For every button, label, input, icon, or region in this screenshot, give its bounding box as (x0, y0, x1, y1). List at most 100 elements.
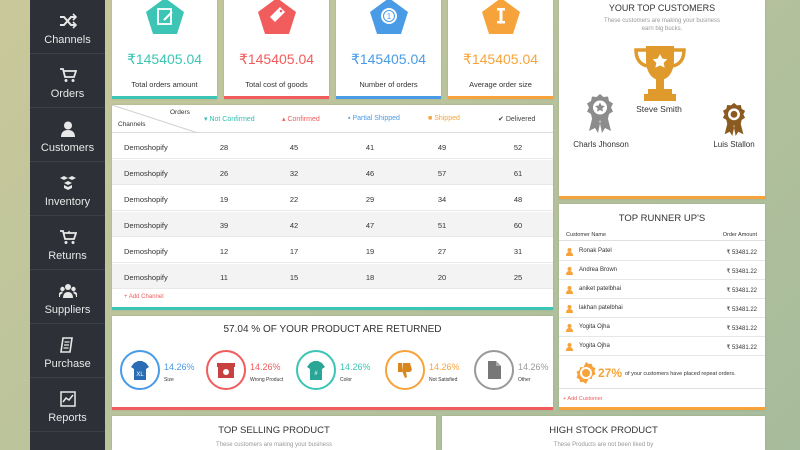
count-cell: 19 (219, 195, 229, 204)
thumbs-up-icon: ▴ (282, 116, 286, 123)
count-cell: 52 (513, 143, 523, 152)
stat-caption: Average order size (469, 80, 532, 89)
divider (559, 240, 765, 241)
top-selling-subtitle: These customers are making your business (215, 442, 333, 448)
truck-icon: ■ (428, 115, 433, 122)
sidebar-item-inventory[interactable]: Inventory (30, 162, 105, 216)
count-cell: 61 (513, 169, 523, 178)
sidebar-item-label: Inventory (44, 196, 91, 208)
top-customers-subtitle: These customers are making your business… (603, 18, 721, 32)
svg-text:1: 1 (387, 12, 392, 21)
top-selling-card: TOP SELLING PRODUCT These customers are … (112, 416, 436, 450)
stat-card-total-orders: ₹145405.04 Total orders amount (112, 0, 217, 99)
sidebar-item-label: Channels (44, 34, 91, 46)
document-icon (488, 361, 501, 379)
add-customer-link[interactable]: + Add Customer (563, 396, 603, 402)
sidebar-item-returns[interactable]: Returns (30, 216, 105, 270)
stat-value: ₹145405.04 (238, 51, 315, 67)
channel-cell: Demoshopify (124, 143, 168, 152)
runner-up-amount: ₹ 53481.22 (726, 288, 757, 294)
runner-up-name: aniket patelbhai (579, 286, 622, 292)
shuffle-icon (60, 13, 77, 29)
col-customer-name: Customer Name (566, 232, 607, 238)
user-icon (566, 248, 573, 256)
sidebar-item-purchase[interactable]: Purchase (30, 324, 105, 378)
sidebar-item-label: Purchase (44, 358, 91, 370)
count-cell: 19 (365, 247, 375, 256)
count-cell: 39 (219, 221, 229, 230)
runner-up-row: Ronak Patel ₹ 53481.22 (559, 242, 765, 261)
trophy-icon (634, 46, 686, 101)
channel-cell: Demoshopify (124, 195, 168, 204)
card-accent-bar (559, 407, 765, 410)
runner-ups-title: TOP RUNNER UP'S (618, 213, 706, 224)
count-cell: 11 (220, 273, 228, 282)
return-cart-icon (60, 230, 77, 244)
count-cell: 57 (437, 169, 447, 178)
add-channel-link[interactable]: + Add Channel (124, 294, 164, 300)
sidebar-item-channels[interactable]: Channels (30, 0, 105, 54)
boxes-icon (60, 176, 76, 190)
sidebar-item-reports[interactable]: Reports (30, 378, 105, 432)
runner-up-amount: ₹ 53481.22 (726, 250, 757, 256)
count-cell: 12 (219, 247, 229, 256)
count-cell: 60 (513, 221, 523, 230)
sidebar-item-label: Customers (40, 142, 95, 154)
sidebar-item-customers[interactable]: Customers (30, 108, 105, 162)
runner-up-row: Yogita Ojha ₹ 53481.22 (559, 318, 765, 337)
runner-up-row: lakhan patelbhai ₹ 53481.22 (559, 299, 765, 318)
divider (559, 388, 765, 389)
return-percentage: 14.26% (164, 362, 195, 372)
count-cell: 15 (289, 273, 299, 282)
count-cell: 25 (513, 273, 523, 282)
return-percentage: 14.26% (518, 362, 549, 372)
top-customers-card: YOUR TOP CUSTOMERS These customers are m… (559, 0, 765, 199)
runner-up-name: lakhan patelbhai (579, 305, 623, 311)
header-confirmed: ▴ Confirmed (282, 116, 320, 123)
channel-cell: Demoshopify (124, 221, 168, 230)
return-reason-label: Wrong Product (250, 377, 284, 383)
return-reason-label: Size (164, 377, 174, 383)
sidebar-item-suppliers[interactable]: Suppliers (30, 270, 105, 324)
tag-icon (258, 0, 296, 34)
stat-value: ₹145405.04 (126, 51, 203, 67)
second-customer-name: Charls Jhonson (573, 140, 629, 149)
runner-up-amount: ₹ 53481.22 (726, 269, 757, 275)
runner-up-name: Ronak Patel (579, 248, 612, 254)
user-icon (61, 121, 75, 137)
count-cell: 17 (289, 247, 299, 256)
count-cell: 51 (437, 221, 447, 230)
table-row: Demoshopify 11 15 18 20 25 (112, 264, 553, 289)
count-cell: 18 (365, 273, 375, 282)
table-row: Demoshopify 19 22 29 34 48 (112, 186, 553, 211)
user-icon (566, 305, 573, 313)
repeat-text: of your customers have placed repeat ord… (625, 371, 736, 377)
users-icon (59, 284, 77, 298)
stat-value: ₹145405.04 (462, 51, 539, 67)
return-percentage: 14.26% (250, 362, 281, 372)
count-cell: 41 (365, 143, 375, 152)
sidebar-item-label: Returns (48, 250, 87, 262)
runner-up-name: Yogita Ojha (579, 324, 610, 330)
stat-accent-bar (224, 96, 329, 99)
corner-label-orders: Orders (170, 109, 190, 116)
sidebar-item-orders[interactable]: Orders (30, 54, 105, 108)
chart-icon (60, 391, 76, 407)
count-cell: 32 (289, 169, 299, 178)
card-accent-bar (559, 196, 765, 199)
stat-caption: Total orders amount (131, 80, 198, 89)
count-cell: 47 (365, 221, 375, 230)
silver-medal-icon (587, 94, 613, 133)
high-stock-card: HIGH STOCK PRODUCT These Products are no… (442, 416, 765, 450)
return-reason-label: Not Satisfied (429, 377, 458, 383)
return-reason-circle (385, 350, 425, 390)
bronze-medal-icon (722, 102, 746, 136)
coin-icon: 1 (370, 0, 408, 34)
runner-up-amount: ₹ 53481.22 (726, 307, 757, 313)
table-row: Demoshopify 26 32 46 57 61 (112, 160, 553, 185)
check-circle-icon: ✔ (498, 116, 504, 123)
receipt-icon (60, 337, 73, 353)
orders-table-header: Orders Channels ▾ Not Confirmed ▴ Confir… (112, 105, 553, 133)
return-reason-label: Color (340, 377, 352, 383)
stat-accent-bar (448, 96, 553, 99)
